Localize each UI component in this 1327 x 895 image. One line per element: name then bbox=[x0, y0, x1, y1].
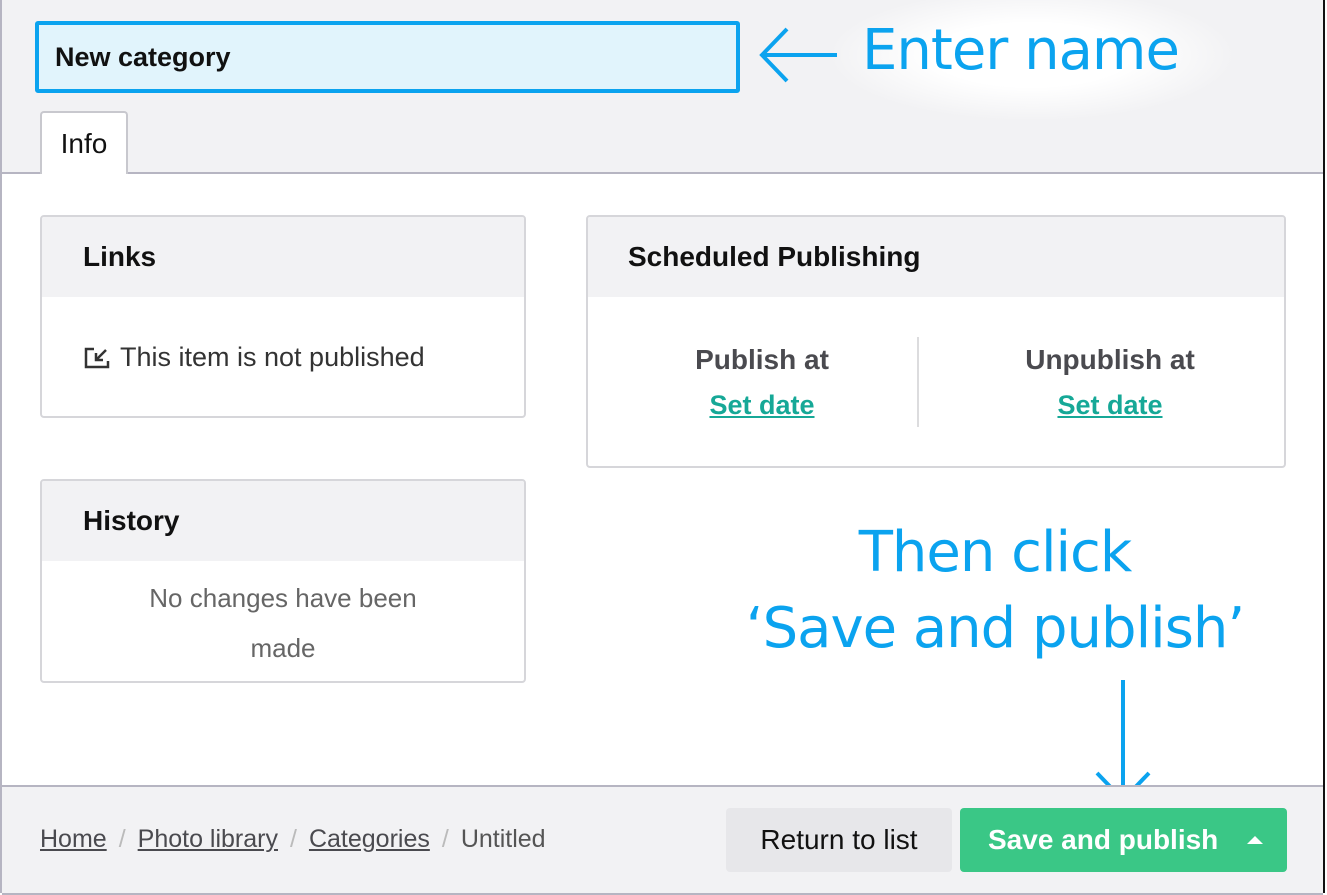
scheduled-publishing-title: Scheduled Publishing bbox=[588, 217, 1284, 297]
breadcrumb-current: Untitled bbox=[460, 825, 546, 853]
breadcrumb-photo-library[interactable]: Photo library bbox=[138, 825, 278, 854]
breadcrumb: Home / Photo library / Categories / Unti… bbox=[40, 825, 546, 854]
category-name-input[interactable] bbox=[35, 21, 740, 93]
annotation-line-1: Then click bbox=[858, 520, 1133, 585]
unpublish-at-label: Unpublish at bbox=[1025, 344, 1195, 375]
caret-up-icon[interactable] bbox=[1247, 836, 1263, 844]
publish-at-label: Publish at bbox=[695, 344, 829, 375]
links-card: Links This item is not published bbox=[40, 215, 526, 418]
unpublished-icon bbox=[84, 347, 110, 368]
publish-set-date-link[interactable]: Set date bbox=[709, 390, 814, 420]
save-and-publish-button[interactable]: Save and publish bbox=[960, 808, 1287, 872]
save-and-publish-label: Save and publish bbox=[988, 824, 1219, 855]
history-card: History No changes have been made bbox=[40, 479, 526, 683]
breadcrumb-home[interactable]: Home bbox=[40, 825, 107, 854]
column-divider bbox=[917, 337, 919, 427]
scheduled-publishing-card: Scheduled Publishing Publish at Set date… bbox=[586, 215, 1286, 468]
return-to-list-button[interactable]: Return to list bbox=[726, 808, 952, 872]
breadcrumb-separator: / bbox=[290, 825, 297, 853]
unpublish-at-column: Unpublish at Set date bbox=[936, 344, 1284, 421]
history-empty-text: No changes have been made bbox=[149, 583, 417, 663]
annotation-line-2: ‘Save and publish’ bbox=[745, 596, 1245, 661]
unpublish-set-date-link[interactable]: Set date bbox=[1057, 390, 1162, 420]
breadcrumb-separator: / bbox=[441, 825, 449, 853]
tab-info[interactable]: Info bbox=[40, 111, 128, 174]
arrow-left-icon bbox=[759, 27, 837, 83]
history-card-title: History bbox=[42, 481, 524, 561]
breadcrumb-categories[interactable]: Categories bbox=[309, 825, 430, 854]
annotation-then-click: Then click ‘Save and publish’ bbox=[700, 515, 1290, 667]
breadcrumb-separator: / bbox=[118, 825, 126, 853]
footer-bar: Home / Photo library / Categories / Unti… bbox=[2, 785, 1323, 895]
publish-status-text: This item is not published bbox=[120, 342, 425, 372]
annotation-enter-name: Enter name bbox=[862, 18, 1180, 83]
publish-at-column: Publish at Set date bbox=[588, 344, 936, 421]
links-card-title: Links bbox=[42, 217, 524, 297]
